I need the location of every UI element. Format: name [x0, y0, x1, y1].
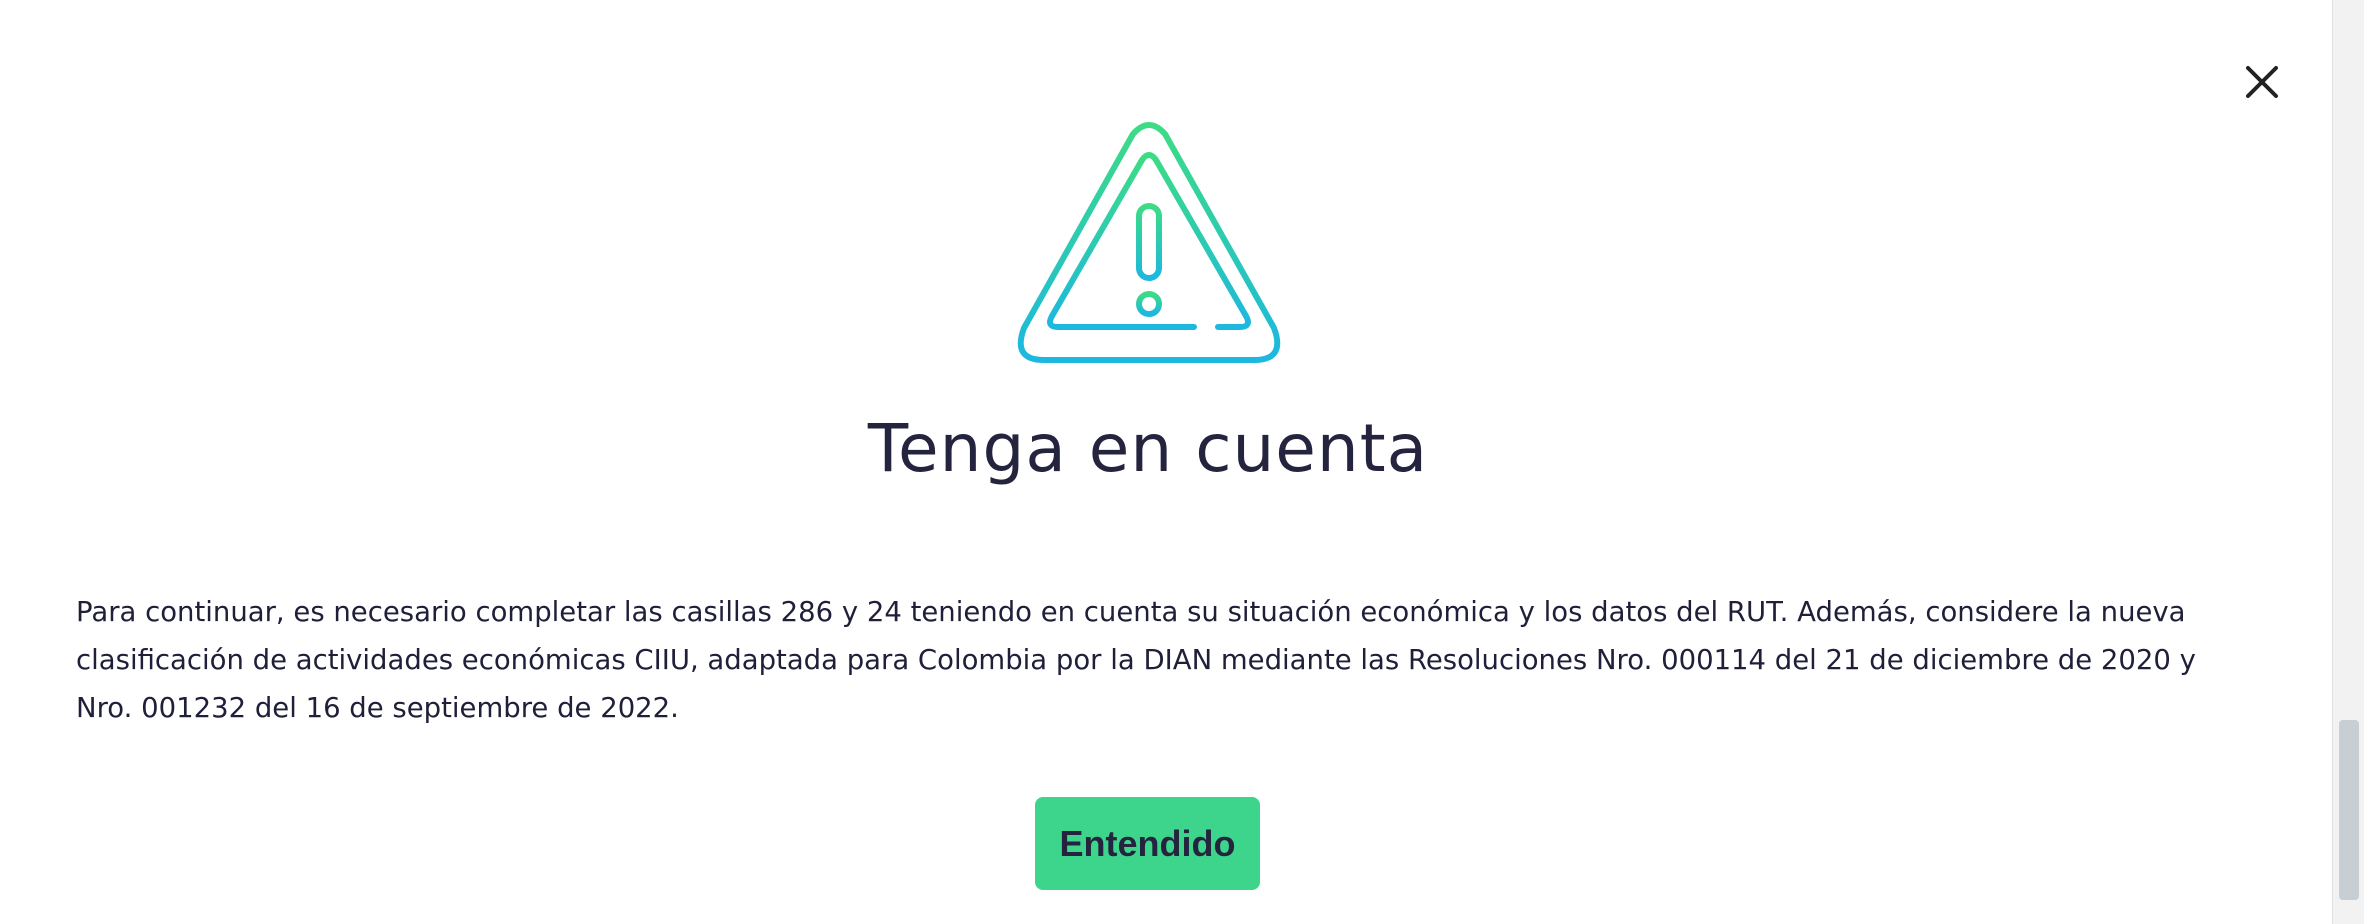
notice-dialog: Tenga en cuenta Para continuar, es neces…: [0, 0, 2332, 924]
close-button[interactable]: [2240, 60, 2284, 104]
scrollbar-thumb[interactable]: [2339, 720, 2359, 900]
page-scrollbar[interactable]: P D ñ: [2332, 0, 2364, 924]
dialog-message: Para continuar, es necesario completar l…: [76, 596, 2196, 724]
confirm-button[interactable]: Entendido: [1035, 797, 1260, 890]
dialog-title: Tenga en cuenta: [867, 410, 1429, 487]
warning-triangle-icon: [1017, 122, 1281, 363]
close-icon: [2246, 66, 2278, 98]
